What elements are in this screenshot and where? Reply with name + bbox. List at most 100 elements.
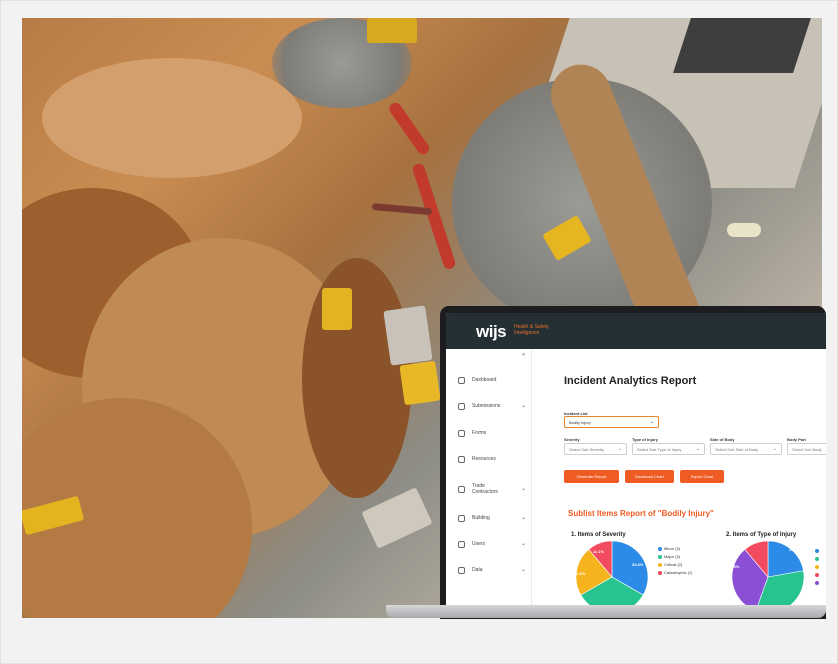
chevron-down-icon: ⌄ [520, 515, 526, 521]
legend-swatch [658, 546, 662, 551]
sidebar: « Dashboard Submissions ⌄ Forms Resource… [446, 349, 532, 608]
sidebar-item-label: Trade Contractors [472, 483, 498, 495]
legend-item: Major (3) [658, 553, 692, 561]
pie-label: 33.3% [632, 562, 644, 567]
legend-item [815, 571, 821, 579]
laptop-screen: wijs Health & Safety Intelligence « Dash… [446, 313, 826, 608]
dirt-ridge [42, 58, 302, 178]
app-logo-subtitle: Health & Safety Intelligence [514, 324, 549, 336]
building-icon [458, 514, 465, 522]
severity-pie-chart[interactable] [576, 541, 656, 608]
dark-slab [673, 18, 811, 73]
incident-list-value: Bodily Injury [569, 420, 591, 425]
side-of-body-label: Side of Body [710, 437, 735, 442]
app-logo[interactable]: wijs [476, 322, 507, 342]
legend-item [815, 547, 821, 555]
sidebar-item-submissions[interactable]: Submissions ⌄ [458, 399, 530, 413]
collapse-sidebar-icon[interactable]: « [522, 352, 525, 358]
pie-label: 11.1% [593, 549, 605, 554]
bulldozer [322, 288, 352, 330]
legend-item: Critical (2) [658, 561, 692, 569]
download-chart-button[interactable]: Download Chart [625, 470, 674, 483]
legend-label: Major (3) [664, 554, 681, 559]
legend-item: Minor (3) [658, 545, 692, 553]
severity-select[interactable]: Select Sub Severity ⌄ [564, 443, 627, 455]
sidebar-item-building[interactable]: Building ⌄ [458, 511, 530, 525]
legend-swatch [658, 554, 662, 559]
severity-chart-title: 1. Items of Severity [571, 532, 626, 538]
type-of-injury-placeholder: Select Sub Type of Injury [637, 447, 682, 452]
legend-item [815, 555, 821, 563]
conveyor [387, 100, 432, 157]
chevron-down-icon: ⌄ [772, 446, 777, 452]
export-chart-button[interactable]: Export Chart [680, 470, 724, 483]
legend-item: Catastrophic (1) [658, 569, 692, 577]
side-of-body-placeholder: Select Sub Side of Body [715, 447, 759, 452]
chevron-down-icon: ⌄ [695, 446, 700, 452]
legend-item [815, 579, 821, 587]
legend-swatch [815, 572, 819, 577]
severity-placeholder: Select Sub Severity [569, 447, 604, 452]
sidebar-item-label: Data [472, 567, 483, 573]
chevron-down-icon: ⌄ [649, 419, 654, 425]
pipe-segment [727, 223, 761, 237]
sidebar-item-label: Forms [472, 430, 487, 436]
legend-swatch [658, 570, 662, 575]
data-icon [458, 566, 465, 574]
legend-label: Minor (3) [664, 546, 681, 551]
side-of-body-select[interactable]: Select Sub Side of Body ⌄ [710, 443, 782, 455]
sidebar-item-label: Resources [472, 456, 496, 462]
incident-list-select[interactable]: Bodily Injury ⌄ [564, 416, 659, 428]
chevron-down-icon: ⌄ [520, 403, 526, 409]
sidebar-item-data[interactable]: Data ⌄ [458, 563, 530, 577]
legend-swatch [815, 548, 819, 553]
dump-truck [383, 305, 433, 366]
legend-swatch [815, 564, 819, 569]
users-icon [458, 540, 465, 548]
pie-label: 33.3% [728, 564, 740, 569]
type-of-injury-label: Type of Injury [632, 437, 658, 442]
injury-legend [815, 547, 821, 587]
generate-report-button[interactable]: Generate Report [564, 470, 619, 483]
dirt-pit [302, 258, 412, 498]
pie-label: 22.2% [574, 571, 586, 576]
severity-pie-slices [576, 541, 649, 608]
severity-label: Severity [564, 437, 580, 442]
legend-swatch [815, 580, 819, 585]
laptop: wijs Health & Safety Intelligence « Dash… [440, 306, 826, 619]
app-header: wijs Health & Safety Intelligence [446, 313, 826, 349]
sidebar-item-dashboard[interactable]: Dashboard [458, 373, 530, 387]
sublist-title: Sublist Items Report of "Bodily Injury" [568, 509, 714, 518]
sidebar-item-label: Dashboard [472, 377, 497, 383]
severity-legend: Minor (3) Major (3) Critical (2) Catastr… [658, 545, 692, 577]
dump-truck [361, 487, 433, 549]
sidebar-item-label: Users [472, 541, 486, 547]
contractors-icon [458, 485, 465, 493]
chevron-down-icon: ⌄ [520, 541, 526, 547]
image-frame: wijs Health & Safety Intelligence « Dash… [0, 0, 838, 664]
chevron-down-icon: ⌄ [520, 486, 526, 492]
loader [367, 18, 417, 43]
sidebar-item-label: Submissions [472, 403, 501, 409]
sidebar-item-trade-contractors[interactable]: Trade Contractors ⌄ [458, 480, 530, 498]
report-main: Incident Analytics Report Incident List … [532, 349, 826, 608]
sidebar-item-users[interactable]: Users ⌄ [458, 537, 530, 551]
legend-item [815, 563, 821, 571]
resources-icon [458, 455, 465, 463]
legend-swatch [815, 556, 819, 561]
chevron-down-icon: ⌄ [520, 567, 526, 573]
type-of-injury-select[interactable]: Select Sub Type of Injury ⌄ [632, 443, 705, 455]
injury-pie-chart[interactable] [728, 541, 818, 608]
pie-label: 22.2% [789, 547, 801, 552]
forms-icon [458, 429, 465, 437]
sidebar-item-forms[interactable]: Forms [458, 426, 530, 440]
injury-chart-title: 2. Items of Type of Injury [726, 532, 797, 538]
sidebar-item-label: Building [472, 515, 490, 521]
body-part-select[interactable]: Select Sub Body [787, 443, 826, 455]
body-part-placeholder: Select Sub Body [792, 447, 822, 452]
conveyor [411, 162, 457, 271]
sidebar-item-resources[interactable]: Resources [458, 452, 530, 466]
page-title: Incident Analytics Report [564, 375, 697, 387]
legend-label: Critical (2) [664, 562, 683, 567]
legend-swatch [658, 562, 662, 567]
